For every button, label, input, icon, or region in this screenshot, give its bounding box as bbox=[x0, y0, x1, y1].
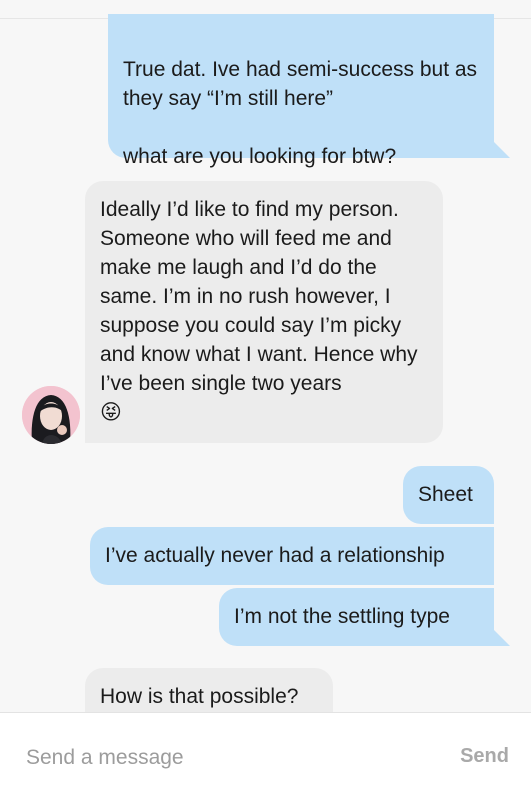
bubble-tail bbox=[494, 142, 510, 158]
message-text: Ideally I’d like to find my person. Some… bbox=[100, 198, 418, 395]
profile-photo bbox=[22, 386, 80, 444]
message-text: True dat. Ive had semi-success but as th… bbox=[123, 58, 478, 168]
message-incoming: Ideally I’d like to find my person. Some… bbox=[85, 181, 443, 443]
message-text: Sheet bbox=[418, 483, 473, 506]
message-text: How is that possible? bbox=[100, 685, 299, 708]
avatar[interactable] bbox=[22, 386, 80, 444]
message-outgoing: I’ve actually never had a relationship bbox=[90, 527, 494, 585]
message-text: I’m not the settling type bbox=[234, 605, 450, 628]
message-composer: Send bbox=[0, 712, 531, 801]
tongue-out-emoji: 😝 bbox=[100, 400, 122, 424]
message-input[interactable] bbox=[24, 737, 408, 779]
message-outgoing: I’m not the settling type bbox=[219, 588, 494, 646]
message-text: I’ve actually never had a relationship bbox=[105, 544, 445, 567]
bubble-tail bbox=[494, 630, 510, 646]
message-outgoing: Sheet bbox=[403, 466, 494, 524]
send-button[interactable]: Send bbox=[460, 745, 509, 768]
message-outgoing: True dat. Ive had semi-success but as th… bbox=[108, 14, 494, 168]
